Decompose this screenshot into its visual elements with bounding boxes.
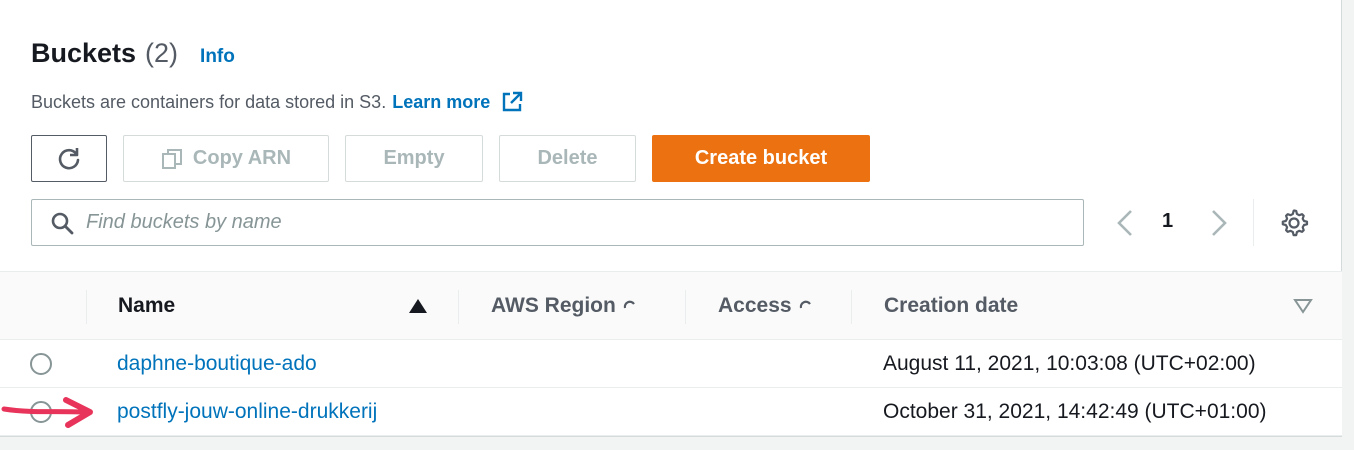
create-bucket-label: Create bucket [694, 147, 828, 169]
info-link[interactable]: Info [200, 46, 235, 68]
column-separator[interactable] [458, 290, 459, 324]
external-link-icon[interactable] [500, 90, 524, 114]
table-header: Name AWS Region Access Creation date [0, 271, 1342, 340]
title-row: Buckets (2) Info [31, 38, 235, 74]
description-text: Buckets are containers for data stored i… [31, 91, 387, 112]
column-separator[interactable] [851, 290, 852, 324]
column-header-region[interactable]: AWS Region [491, 294, 636, 318]
column-header-access[interactable]: Access [718, 294, 812, 318]
delete-button[interactable]: Delete [499, 135, 636, 182]
access-header-label: Access [718, 294, 792, 317]
copy-arn-label: Copy ARN [192, 147, 292, 169]
creation-date-cell: August 11, 2021, 10:03:08 (UTC+02:00) [883, 352, 1256, 375]
delete-label: Delete [537, 147, 598, 169]
pager-divider [1253, 199, 1254, 246]
page-title: Buckets [31, 38, 137, 68]
region-header-label: AWS Region [491, 294, 616, 317]
bucket-count: (2) [145, 38, 179, 68]
search-input[interactable] [86, 211, 986, 234]
column-separator[interactable] [685, 290, 686, 324]
column-separator[interactable] [86, 290, 87, 324]
bucket-name-link[interactable]: postfly-jouw-online-drukkerij [117, 400, 377, 424]
refresh-icon [58, 147, 80, 169]
search-icon [51, 212, 74, 234]
copy-icon [161, 148, 182, 169]
create-bucket-button[interactable]: Create bucket [652, 135, 870, 182]
copy-arn-button[interactable]: Copy ARN [123, 135, 329, 182]
column-header-name[interactable]: Name [118, 294, 175, 318]
creation-date-cell: October 31, 2021, 14:42:49 (UTC+01:00) [883, 400, 1267, 423]
bucket-name-link[interactable]: daphne-boutique-ado [117, 352, 317, 376]
previous-page-icon[interactable] [1113, 208, 1137, 238]
next-page-icon[interactable] [1207, 208, 1231, 238]
current-page-number[interactable]: 1 [1162, 210, 1173, 233]
buckets-panel: Buckets (2) Info Buckets are containers … [0, 0, 1342, 437]
column-header-creation-date[interactable]: Creation date [884, 294, 1018, 318]
loading-spinner-icon [799, 300, 811, 309]
search-box[interactable] [31, 199, 1084, 246]
learn-more-link[interactable]: Learn more [392, 92, 490, 113]
refresh-button[interactable] [31, 135, 107, 182]
annotation-arrow-icon [1, 397, 93, 428]
sort-ascending-icon[interactable] [408, 298, 428, 314]
description-row: Buckets are containers for data stored i… [31, 90, 524, 114]
table-row[interactable]: postfly-jouw-online-drukkerij October 31… [0, 388, 1342, 436]
loading-spinner-icon [623, 300, 635, 309]
table-row[interactable]: daphne-boutique-ado August 11, 2021, 10:… [0, 340, 1342, 388]
gear-icon[interactable] [1279, 208, 1309, 238]
empty-label: Empty [383, 147, 445, 169]
row-radio[interactable] [30, 353, 52, 375]
sort-descending-icon[interactable] [1293, 298, 1313, 314]
empty-button[interactable]: Empty [345, 135, 483, 182]
